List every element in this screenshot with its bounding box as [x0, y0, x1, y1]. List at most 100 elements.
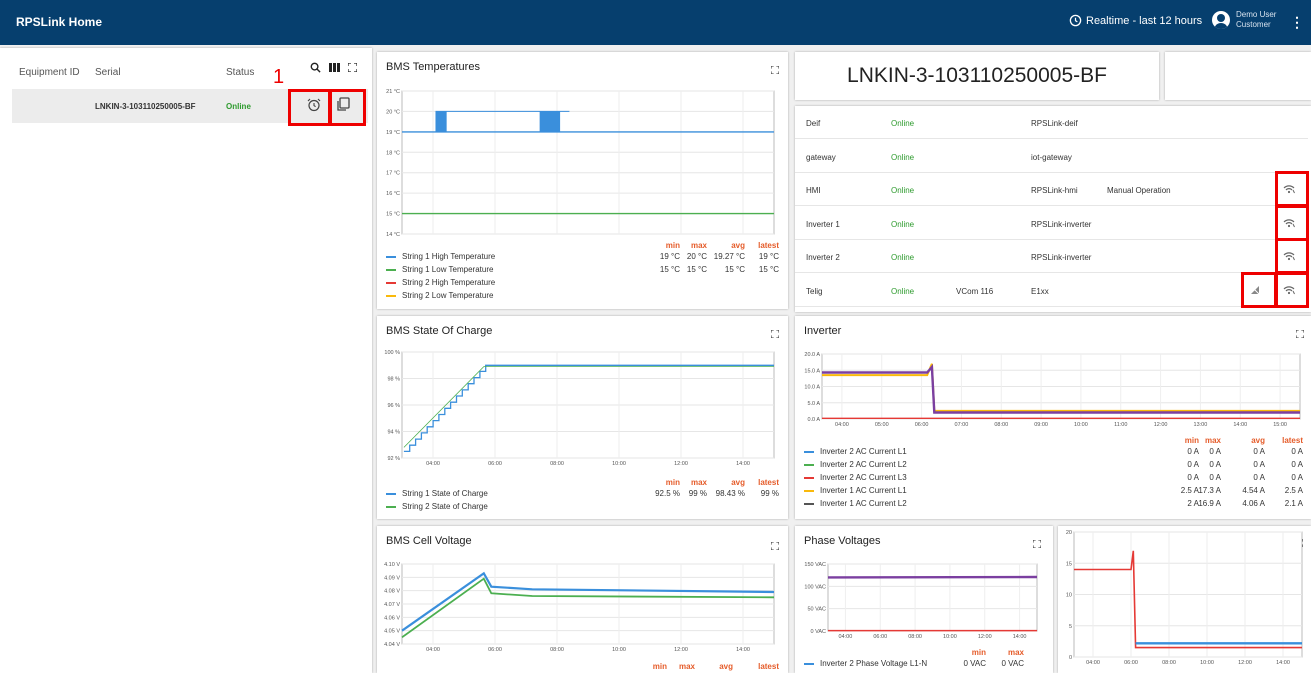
y-tick-label: 4.09 V: [384, 575, 400, 581]
x-tick-label: 08:00: [1162, 660, 1176, 666]
x-tick-label: 14:00: [736, 647, 750, 653]
y-tick-label: 17 °C: [386, 171, 400, 177]
legend-swatch: [386, 492, 396, 495]
component-status: Online: [891, 286, 915, 296]
annotation-box-1a: [288, 89, 332, 126]
fullscreen-icon[interactable]: [1033, 540, 1041, 548]
stat-header-max: max: [690, 478, 707, 487]
x-tick-label: 12:00: [1154, 422, 1168, 428]
top-bar: RPSLink Home Realtime - last 12 hours De…: [0, 0, 1311, 45]
annotation-box-4: [1275, 238, 1309, 274]
stat-header-max: max: [1204, 436, 1221, 445]
device-card-side: [1165, 52, 1311, 100]
component-name: Telig: [806, 286, 823, 296]
stat-avg: 0 A: [1253, 473, 1265, 482]
x-tick-label: 12:00: [1238, 660, 1252, 666]
component-row[interactable]: Inverter 1 Online RPSLink-inverter: [795, 207, 1308, 240]
time-range-selector[interactable]: Realtime - last 12 hours: [1069, 14, 1202, 27]
x-tick-label: 12:00: [978, 634, 992, 640]
legend-item[interactable]: String 1 Low Temperature: [386, 265, 493, 274]
x-tick-label: 06:00: [915, 422, 929, 428]
y-tick-label: 18 °C: [386, 150, 400, 156]
legend-label: Inverter 2 AC Current L1: [820, 447, 907, 456]
x-tick-label: 04:00: [426, 461, 440, 466]
y-tick-label: 4.06 V: [384, 615, 400, 621]
legend-swatch: [804, 463, 814, 466]
more-vert-icon[interactable]: ⋮: [1290, 14, 1304, 31]
legend-item[interactable]: Inverter 1 AC Current L2: [804, 499, 907, 508]
bms-temperatures-panel: BMS Temperatures 21 °C 20 °C 19 °C 18 °C 17 …: [377, 52, 788, 309]
fullscreen-icon[interactable]: [771, 66, 779, 74]
fullscreen-icon[interactable]: [348, 63, 357, 72]
legend-item[interactable]: String 2 High Temperature: [386, 278, 495, 287]
y-tick-label: 19 °C: [386, 130, 400, 136]
col-equipment-id[interactable]: Equipment ID: [19, 67, 80, 78]
y-tick-label: 96 %: [387, 403, 400, 409]
legend-item[interactable]: Inverter 2 AC Current L1: [804, 447, 907, 456]
legend-swatch: [804, 489, 814, 492]
component-name: Inverter 1: [806, 219, 840, 229]
columns-icon[interactable]: [329, 63, 340, 72]
col-status[interactable]: Status: [226, 67, 254, 78]
search-icon[interactable]: [310, 62, 321, 73]
legend-label: String 2 High Temperature: [402, 278, 496, 287]
user-avatar-icon: [1212, 11, 1230, 29]
component-name: HMI: [806, 186, 821, 195]
component-status: Online: [891, 119, 915, 128]
panel-title: Inverter: [804, 325, 842, 337]
component-row[interactable]: gateway Online iot-gateway: [795, 140, 1308, 173]
x-tick-label: 06:00: [488, 647, 502, 653]
component-row[interactable]: HMI Online RPSLink-hmi Manual Operation: [795, 173, 1308, 206]
legend-item[interactable]: String 2 Low Temperature: [386, 291, 493, 300]
legend-item[interactable]: String 1 State of Charge: [386, 489, 488, 498]
y-tick-label: 98 %: [387, 377, 400, 383]
stat-header-max: max: [678, 662, 695, 671]
component-type: RPSLink-inverter: [1031, 219, 1092, 229]
fullscreen-icon[interactable]: [1296, 330, 1304, 338]
panel-title: BMS State Of Charge: [386, 325, 493, 337]
plot-area: [827, 563, 1038, 632]
legend-swatch: [804, 450, 814, 453]
inverter-panel: Inverter 20.0 A 15.0 A 10.0 A 5.0 A 0.0 A 04:…: [795, 316, 1311, 519]
y-tick-label: 150 VAC: [804, 562, 826, 568]
legend-item[interactable]: Inverter 2 AC Current L2: [804, 460, 907, 469]
phase-voltages-chart: 150 VAC 100 VAC 50 VAC 0 VAC 04:00 06:00 08:00…: [804, 562, 1038, 640]
legend-item[interactable]: String 1 High Temperature: [386, 252, 495, 261]
legend-item[interactable]: String 2 State of Charge: [386, 502, 488, 511]
legend-item[interactable]: Inverter 1 AC Current L1: [804, 486, 907, 495]
bms-cell-voltage-panel: BMS Cell Voltage 4.10 V 4.09 V 4.08 V 4.07 …: [377, 526, 788, 673]
y-tick-label: 50 VAC: [807, 607, 826, 613]
component-row[interactable]: Inverter 2 Online RPSLink-inverter: [795, 240, 1308, 273]
legend-item[interactable]: Inverter 2 AC Current L3: [804, 473, 907, 482]
y-tick-label: 4.08 V: [384, 589, 400, 595]
x-tick-label: 06:00: [873, 634, 887, 640]
fullscreen-icon[interactable]: [771, 330, 779, 338]
annotation-box-4: [1275, 271, 1309, 308]
stat-max: 0 A: [1209, 473, 1221, 482]
component-row[interactable]: Telig Online VCom 116 E1xx: [795, 274, 1308, 307]
bms-temperatures-chart: 21 °C 20 °C 19 °C 18 °C 17 °C 16 °C 15 °C 14 °C…: [386, 89, 775, 237]
user-menu[interactable]: Demo User Customer: [1212, 10, 1276, 30]
legend-item[interactable]: Inverter 2 Phase Voltage L1-N: [804, 659, 927, 668]
clock-icon: [1069, 14, 1082, 27]
fullscreen-icon[interactable]: [771, 542, 779, 550]
component-type: RPSLink-deif: [1031, 119, 1078, 128]
annotation-box-4: [1275, 204, 1309, 241]
mini-chart-panel: 20 15 10 5 0 04:00 06:00 08:00 10:00 12:00 14:00: [1058, 526, 1311, 673]
y-tick-label: 4.05 V: [384, 629, 400, 635]
legend-swatch: [804, 502, 814, 505]
stat-header-max: max: [1007, 648, 1024, 657]
components-panel: Deif Online RPSLink-deif gateway Online iot-g…: [795, 106, 1311, 312]
stat-header-latest: latest: [758, 662, 779, 671]
col-serial[interactable]: Serial: [95, 67, 121, 78]
y-tick-label: 15: [1066, 561, 1072, 567]
component-row[interactable]: Deif Online RPSLink-deif: [795, 106, 1308, 139]
y-tick-label: 5.0 A: [807, 401, 820, 407]
x-tick-label: 08:00: [550, 647, 564, 653]
legend-label: Inverter 2 Phase Voltage L1-N: [820, 659, 928, 668]
inverter-chart: 20.0 A 15.0 A 10.0 A 5.0 A 0.0 A 04:00 05:00 06…: [804, 352, 1301, 428]
y-tick-label: 100 VAC: [804, 584, 826, 590]
stat-latest: 2.1 A: [1284, 499, 1303, 508]
y-tick-label: 4.10 V: [384, 562, 400, 568]
row-serial: LNKIN-3-103110250005-BF: [95, 102, 196, 111]
